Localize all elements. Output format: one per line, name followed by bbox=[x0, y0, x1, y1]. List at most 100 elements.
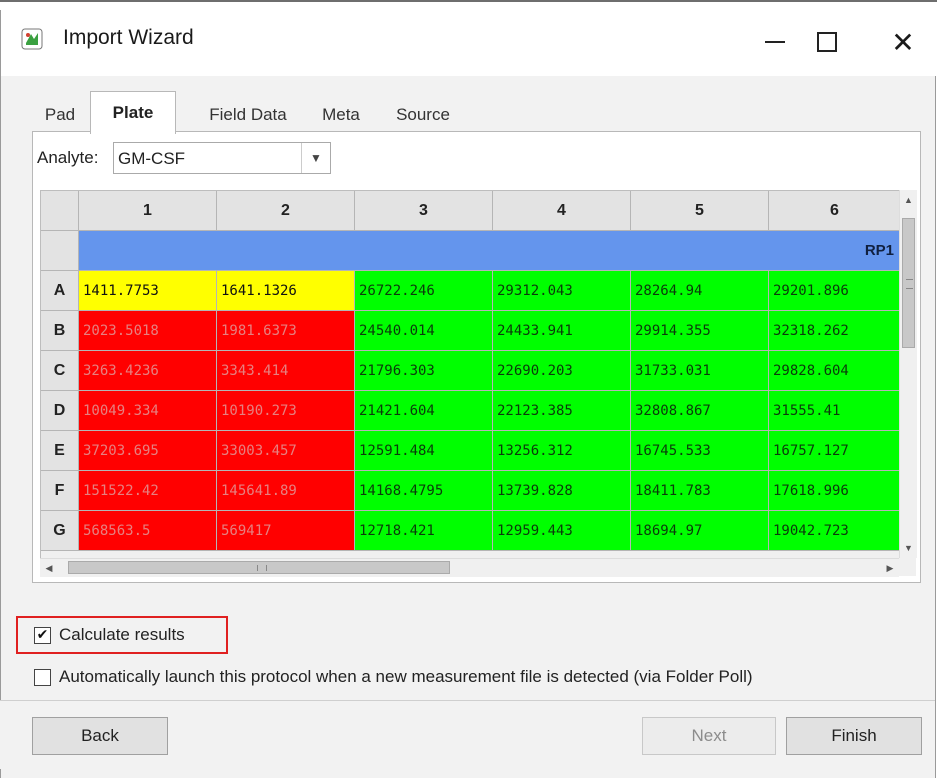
grid-cell[interactable]: 32318.262 bbox=[769, 311, 901, 351]
grid-cell[interactable]: 29828.604 bbox=[769, 351, 901, 391]
chevron-down-icon[interactable]: ▼ bbox=[301, 143, 330, 173]
row-header[interactable]: E bbox=[41, 431, 79, 471]
grid-cell[interactable]: 31733.031 bbox=[631, 351, 769, 391]
vertical-scrollbar[interactable]: ▲ ▼ bbox=[899, 190, 917, 558]
next-button[interactable]: Next bbox=[642, 717, 776, 755]
column-header[interactable]: 3 bbox=[355, 191, 493, 231]
grid-cell[interactable]: 22690.203 bbox=[493, 351, 631, 391]
grid-cell[interactable]: 151522.42 bbox=[79, 471, 217, 511]
window-title: Import Wizard bbox=[63, 26, 194, 49]
column-header[interactable]: 6 bbox=[769, 191, 901, 231]
column-header-row: 1 2 3 4 5 6 bbox=[41, 191, 901, 231]
row-header[interactable]: D bbox=[41, 391, 79, 431]
table-row: D 10049.334 10190.273 21421.604 22123.38… bbox=[41, 391, 901, 431]
grid-cell[interactable]: 1641.1326 bbox=[217, 271, 355, 311]
tab-field-data[interactable]: Field Data bbox=[192, 99, 304, 131]
row-header[interactable]: A bbox=[41, 271, 79, 311]
grid-cell[interactable]: 21796.303 bbox=[355, 351, 493, 391]
grid-cell[interactable]: 13739.828 bbox=[493, 471, 631, 511]
grid-cell[interactable]: 14168.4795 bbox=[355, 471, 493, 511]
grid-cell[interactable]: 16757.127 bbox=[769, 431, 901, 471]
table-row: E 37203.695 33003.457 12591.484 13256.31… bbox=[41, 431, 901, 471]
grid-cell[interactable]: 2023.5018 bbox=[79, 311, 217, 351]
tab-meta[interactable]: Meta bbox=[308, 99, 374, 131]
column-header[interactable]: 5 bbox=[631, 191, 769, 231]
calculate-results-checkbox[interactable]: ✔ bbox=[34, 626, 51, 644]
maximize-button[interactable] bbox=[797, 20, 857, 64]
grid-cell[interactable]: 29312.043 bbox=[493, 271, 631, 311]
minimize-button[interactable] bbox=[745, 20, 805, 64]
grid-cell[interactable]: 37203.695 bbox=[79, 431, 217, 471]
maximize-icon bbox=[817, 32, 837, 52]
grid-cell[interactable]: 3343.414 bbox=[217, 351, 355, 391]
grid-cell[interactable]: 18694.97 bbox=[631, 511, 769, 551]
horizontal-scrollbar[interactable]: ◀ ▶ bbox=[40, 558, 899, 577]
scroll-down-icon[interactable]: ▼ bbox=[900, 538, 917, 558]
scroll-left-icon[interactable]: ◀ bbox=[40, 559, 58, 577]
grid-cell[interactable]: 16745.533 bbox=[631, 431, 769, 471]
row-header[interactable]: C bbox=[41, 351, 79, 391]
table-row: C 3263.4236 3343.414 21796.303 22690.203… bbox=[41, 351, 901, 391]
auto-launch-checkbox[interactable] bbox=[34, 668, 51, 686]
close-icon: ✕ bbox=[891, 25, 915, 59]
grid-cell[interactable]: 28264.94 bbox=[631, 271, 769, 311]
row-header[interactable]: G bbox=[41, 511, 79, 551]
calculate-results-option[interactable]: ✔ Calculate results bbox=[34, 625, 185, 645]
grid-cell[interactable]: 10049.334 bbox=[79, 391, 217, 431]
row-header-empty bbox=[41, 231, 79, 271]
grid-cell[interactable]: 12591.484 bbox=[355, 431, 493, 471]
column-header[interactable]: 4 bbox=[493, 191, 631, 231]
column-header[interactable]: 2 bbox=[217, 191, 355, 231]
grid-cell[interactable]: 33003.457 bbox=[217, 431, 355, 471]
back-button[interactable]: Back bbox=[32, 717, 168, 755]
grid-cell[interactable]: 22123.385 bbox=[493, 391, 631, 431]
scroll-right-icon[interactable]: ▶ bbox=[881, 559, 899, 577]
grid-cell[interactable]: 24540.014 bbox=[355, 311, 493, 351]
grid-cell[interactable]: 24433.941 bbox=[493, 311, 631, 351]
table-row: F 151522.42 145641.89 14168.4795 13739.8… bbox=[41, 471, 901, 511]
corner-header bbox=[41, 191, 79, 231]
grid-cell[interactable]: 1411.7753 bbox=[79, 271, 217, 311]
grid-cell[interactable]: 31555.41 bbox=[769, 391, 901, 431]
horizontal-scroll-thumb[interactable] bbox=[68, 561, 450, 574]
tab-plate[interactable]: Plate bbox=[90, 91, 176, 134]
table-row: G 568563.5 569417 12718.421 12959.443 18… bbox=[41, 511, 901, 551]
button-bar: Back Next Finish bbox=[0, 700, 935, 769]
grid-cell[interactable]: 568563.5 bbox=[79, 511, 217, 551]
row-header[interactable]: B bbox=[41, 311, 79, 351]
table-row: B 2023.5018 1981.6373 24540.014 24433.94… bbox=[41, 311, 901, 351]
grid-cell[interactable]: 145641.89 bbox=[217, 471, 355, 511]
grid-cell[interactable]: 3263.4236 bbox=[79, 351, 217, 391]
grid-cell[interactable]: 10190.273 bbox=[217, 391, 355, 431]
grid-cell[interactable]: 12718.421 bbox=[355, 511, 493, 551]
grid-cell[interactable]: 29914.355 bbox=[631, 311, 769, 351]
tab-pad[interactable]: Pad bbox=[32, 99, 88, 131]
grid-cell[interactable]: 18411.783 bbox=[631, 471, 769, 511]
group-band-label: RP1 bbox=[79, 231, 901, 271]
finish-button[interactable]: Finish bbox=[786, 717, 922, 755]
plate-grid: 1 2 3 4 5 6 RP1 A 1411.7753 1641.1326 26… bbox=[40, 190, 916, 576]
grid-cell[interactable]: 32808.867 bbox=[631, 391, 769, 431]
title-bar: Import Wizard ✕ bbox=[1, 10, 936, 76]
grid-cell[interactable]: 17618.996 bbox=[769, 471, 901, 511]
auto-launch-label[interactable]: Automatically launch this protocol when … bbox=[59, 667, 753, 687]
grid-cell[interactable]: 21421.604 bbox=[355, 391, 493, 431]
grid-cell[interactable]: 569417 bbox=[217, 511, 355, 551]
minimize-icon bbox=[765, 41, 785, 43]
tab-source[interactable]: Source bbox=[378, 99, 468, 131]
grip-icon bbox=[257, 565, 267, 571]
analyte-dropdown[interactable]: GM-CSF ▼ bbox=[113, 142, 331, 174]
grid-cell[interactable]: 26722.246 bbox=[355, 271, 493, 311]
row-header[interactable]: F bbox=[41, 471, 79, 511]
grid-cell[interactable]: 12959.443 bbox=[493, 511, 631, 551]
auto-launch-option[interactable]: Automatically launch this protocol when … bbox=[34, 667, 753, 687]
grid-cell[interactable]: 1981.6373 bbox=[217, 311, 355, 351]
grid-cell[interactable]: 29201.896 bbox=[769, 271, 901, 311]
vertical-scroll-thumb[interactable] bbox=[902, 218, 915, 348]
grid-cell[interactable]: 19042.723 bbox=[769, 511, 901, 551]
grid-cell[interactable]: 13256.312 bbox=[493, 431, 631, 471]
close-button[interactable]: ✕ bbox=[873, 20, 933, 64]
calculate-results-label[interactable]: Calculate results bbox=[59, 625, 185, 645]
scroll-up-icon[interactable]: ▲ bbox=[900, 190, 917, 210]
column-header[interactable]: 1 bbox=[79, 191, 217, 231]
